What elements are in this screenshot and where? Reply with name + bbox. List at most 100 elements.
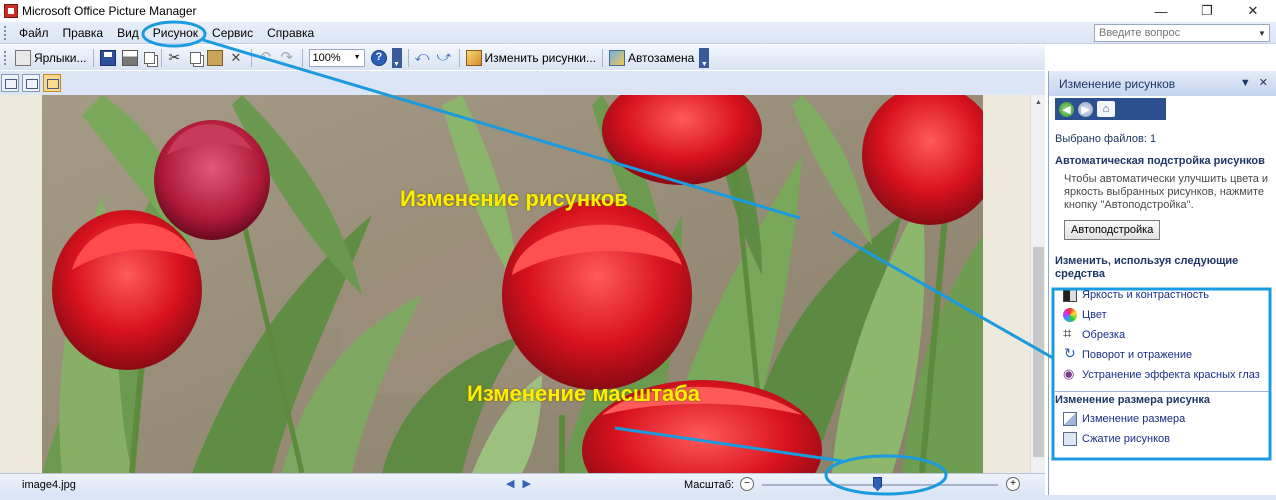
current-filename: image4.jpg	[22, 479, 76, 491]
status-bar: image4.jpg ◀ ▶ Масштаб: − +	[0, 473, 1045, 495]
menu-view[interactable]: Вид	[110, 24, 146, 42]
previous-picture-icon[interactable]: ◀	[506, 477, 514, 490]
save-icon	[99, 49, 116, 66]
undo-button[interactable]	[255, 48, 277, 68]
toolbar-options-chevron[interactable]: ▼	[699, 47, 710, 68]
zoom-combo[interactable]: 100% ▼	[308, 48, 365, 67]
back-icon[interactable]: ◀	[1059, 101, 1074, 117]
paste-button[interactable]	[204, 48, 226, 68]
resize-link[interactable]: Изменение размера	[1055, 409, 1270, 429]
menu-tools[interactable]: Сервис	[205, 24, 260, 42]
toolbar-options-chevron[interactable]: ▼	[391, 47, 402, 68]
task-pane-header-controls: ▼ ✕	[1240, 76, 1268, 90]
brightness-contrast-link[interactable]: Яркость и контрастность	[1055, 285, 1270, 305]
tool-label: Поворот и отражение	[1082, 349, 1193, 361]
view-mode-strip	[0, 71, 1045, 95]
maximize-button[interactable]: ❐	[1184, 0, 1230, 22]
image-vertical-scrollbar[interactable]: ▲	[1030, 95, 1045, 473]
thumbnail-view-button[interactable]	[1, 74, 19, 92]
tool-label: Обрезка	[1082, 329, 1126, 341]
toolbar-separator	[301, 48, 303, 67]
toolbar-separator	[458, 48, 460, 67]
rotate-left-button[interactable]	[412, 48, 434, 68]
chevron-down-icon[interactable]: ▼	[354, 54, 361, 61]
print-icon	[121, 49, 138, 66]
rotate-right-button[interactable]	[434, 48, 456, 68]
email-icon	[143, 51, 155, 64]
edit-pictures-icon	[465, 49, 482, 66]
crop-link[interactable]: Обрезка	[1055, 325, 1270, 345]
auto-correct-button[interactable]: Автоподстройка	[1064, 220, 1161, 240]
chevron-down-icon[interactable]: ▼	[1255, 29, 1269, 38]
menu-file[interactable]: Файл	[12, 24, 56, 42]
window-bottom-edge	[0, 495, 1276, 500]
crop-icon	[1063, 325, 1077, 342]
shortcuts-button[interactable]: Ярлыки...	[12, 48, 90, 68]
autocorrect-button[interactable]: Автозамена	[606, 48, 697, 68]
app-icon	[4, 4, 18, 18]
redo-button[interactable]	[277, 48, 299, 68]
rotate-left-icon	[415, 48, 431, 66]
task-pane-close-icon[interactable]: ✕	[1259, 76, 1268, 89]
autocorrect-icon	[608, 49, 625, 66]
color-link[interactable]: Цвет	[1055, 305, 1270, 325]
annotation-zoom-change: Изменение масштаба	[467, 381, 701, 406]
title-bar: Microsoft Office Picture Manager — ❐ ✕	[0, 0, 1276, 22]
tools-list: Яркость и контрастность Цвет Обрезка Пов…	[1055, 285, 1270, 385]
redo-icon	[280, 48, 296, 66]
zoom-out-icon[interactable]: −	[740, 477, 754, 491]
scrollbar-thumb[interactable]	[1033, 247, 1044, 457]
help-search-box[interactable]: ▼	[1094, 24, 1270, 42]
menu-picture[interactable]: Рисунок	[146, 24, 205, 42]
resize-tools-list: Изменение размера Сжатие рисунков	[1055, 409, 1270, 449]
task-pane-title: Изменение рисунков	[1059, 76, 1176, 91]
red-eye-removal-link[interactable]: Устранение эффекта красных глаз	[1055, 365, 1270, 385]
rotate-flip-icon	[1063, 345, 1077, 362]
minimize-button[interactable]: —	[1138, 0, 1184, 22]
menu-help[interactable]: Справка	[260, 24, 321, 42]
tool-label: Изменение размера	[1082, 413, 1186, 425]
compress-pictures-link[interactable]: Сжатие рисунков	[1055, 429, 1270, 449]
delete-button[interactable]	[226, 48, 248, 68]
task-pane-menu-icon[interactable]: ▼	[1240, 77, 1251, 89]
single-picture-view-button[interactable]	[43, 74, 61, 92]
print-button[interactable]	[119, 48, 141, 68]
section-divider	[1055, 391, 1270, 392]
help-icon	[370, 49, 387, 66]
edit-pictures-button[interactable]: Изменить рисунки...	[463, 48, 599, 68]
cut-button[interactable]	[165, 48, 187, 68]
menu-edit[interactable]: Правка	[56, 24, 111, 42]
color-wheel-icon	[1063, 308, 1077, 322]
shortcuts-label: Ярлыки...	[34, 50, 87, 65]
filmstrip-view-button[interactable]	[22, 74, 40, 92]
toolbar-grip[interactable]	[4, 50, 7, 65]
zoom-in-icon[interactable]: +	[1006, 477, 1020, 491]
copy-icon	[189, 51, 201, 64]
shortcuts-icon	[15, 49, 31, 66]
tool-label: Сжатие рисунков	[1082, 433, 1171, 445]
tulip-photo[interactable]	[42, 95, 983, 473]
tools-section-title: Изменить, используя следующие средства	[1055, 255, 1239, 280]
compress-icon	[1063, 432, 1077, 446]
help-search-input[interactable]	[1095, 25, 1255, 41]
edit-pictures-label: Изменить рисунки...	[484, 50, 596, 65]
task-pane-header: Изменение рисунков ▼ ✕	[1049, 71, 1276, 96]
menu-bar: Файл Правка Вид Рисунок Сервис Справка ▼	[0, 22, 1276, 44]
email-button[interactable]	[141, 48, 158, 68]
autocorrect-label: Автозамена	[627, 50, 695, 65]
save-button[interactable]	[97, 48, 119, 68]
zoom-slider-thumb[interactable]	[873, 477, 883, 491]
close-button[interactable]: ✕	[1230, 0, 1276, 22]
resize-icon	[1063, 412, 1077, 426]
rotate-flip-link[interactable]: Поворот и отражение	[1055, 345, 1270, 365]
forward-icon[interactable]: ▶	[1078, 101, 1093, 117]
scroll-up-icon[interactable]: ▲	[1031, 95, 1046, 110]
home-icon[interactable]: ⌂	[1097, 101, 1115, 117]
image-preview-area	[0, 95, 1030, 473]
next-picture-icon[interactable]: ▶	[522, 477, 530, 490]
eye-icon	[1063, 366, 1077, 382]
copy-button[interactable]	[187, 48, 204, 68]
menu-grip[interactable]	[4, 25, 7, 40]
paste-icon	[206, 49, 223, 66]
help-button[interactable]	[368, 48, 390, 68]
